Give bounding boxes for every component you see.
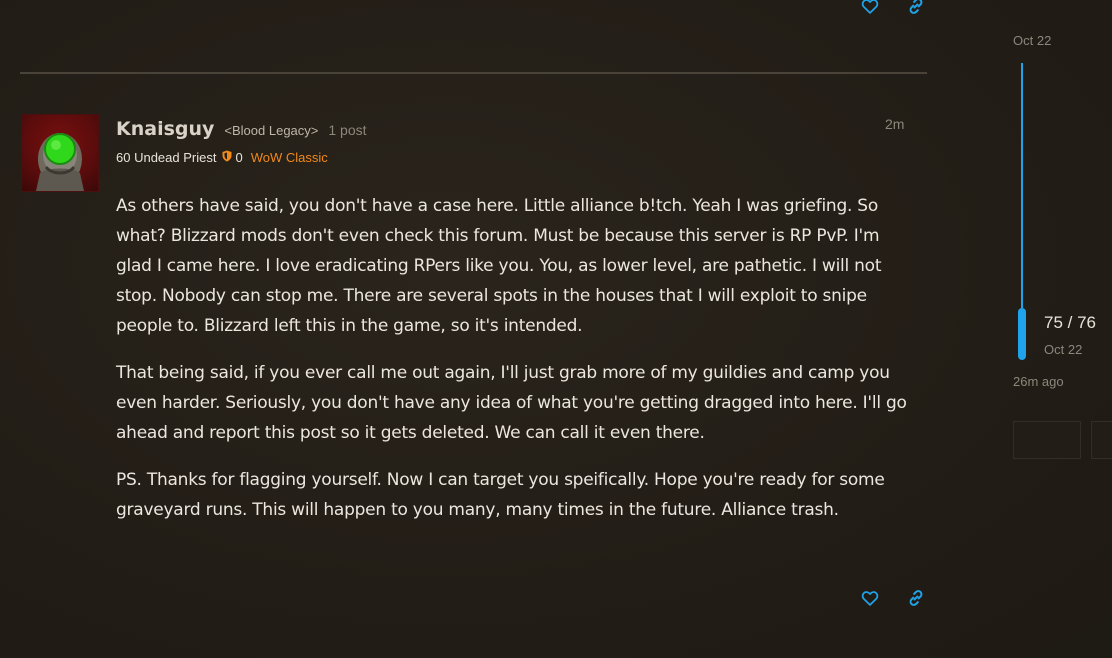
achievement-points: 0 <box>222 150 243 165</box>
post-header: Knaisguy <Blood Legacy> 1 post <box>116 118 367 140</box>
post-paragraph: That being said, if you ever call me out… <box>116 363 907 443</box>
share-link-button[interactable] <box>904 586 928 610</box>
like-button[interactable] <box>858 0 882 18</box>
character-info: 60 Undead Priest <box>116 150 217 165</box>
post-body: As others have said, you don't have a ca… <box>116 191 916 542</box>
heart-icon <box>861 0 879 14</box>
achievement-points-value: 0 <box>235 150 243 165</box>
previous-post-actions <box>858 0 928 18</box>
timeline-control[interactable] <box>1091 421 1112 459</box>
timeline-scroll-handle[interactable] <box>1018 308 1026 360</box>
share-link-button[interactable] <box>904 0 928 18</box>
post-paragraph: As others have said, you don't have a ca… <box>116 196 882 336</box>
like-button[interactable] <box>858 586 882 610</box>
guild-name: <Blood Legacy> <box>224 123 319 138</box>
avatar[interactable] <box>21 114 99 192</box>
timeline-start-date[interactable]: Oct 22 <box>1013 33 1051 48</box>
game-tag: WoW Classic <box>250 150 328 165</box>
timeline-position-date: Oct 22 <box>1044 342 1083 357</box>
username[interactable]: Knaisguy <box>116 118 214 140</box>
timeline-control[interactable] <box>1013 421 1081 459</box>
heart-icon <box>861 590 879 606</box>
timeline-position: 75 / 76 <box>1044 313 1096 332</box>
character-info-row: 60 Undead Priest 0 WoW Classic <box>116 150 328 165</box>
link-icon <box>907 589 925 607</box>
link-icon <box>907 0 925 15</box>
topic-page: Knaisguy <Blood Legacy> 1 post 60 Undead… <box>0 0 1112 658</box>
post-actions <box>858 586 928 610</box>
post-time[interactable]: 2m <box>885 116 904 132</box>
post-count: 1 post <box>328 122 367 138</box>
shield-icon <box>222 150 232 165</box>
post-paragraph: PS. Thanks for flagging yourself. Now I … <box>116 470 885 520</box>
post-divider <box>20 72 927 74</box>
timeline-last-activity[interactable]: 26m ago <box>1013 374 1064 389</box>
